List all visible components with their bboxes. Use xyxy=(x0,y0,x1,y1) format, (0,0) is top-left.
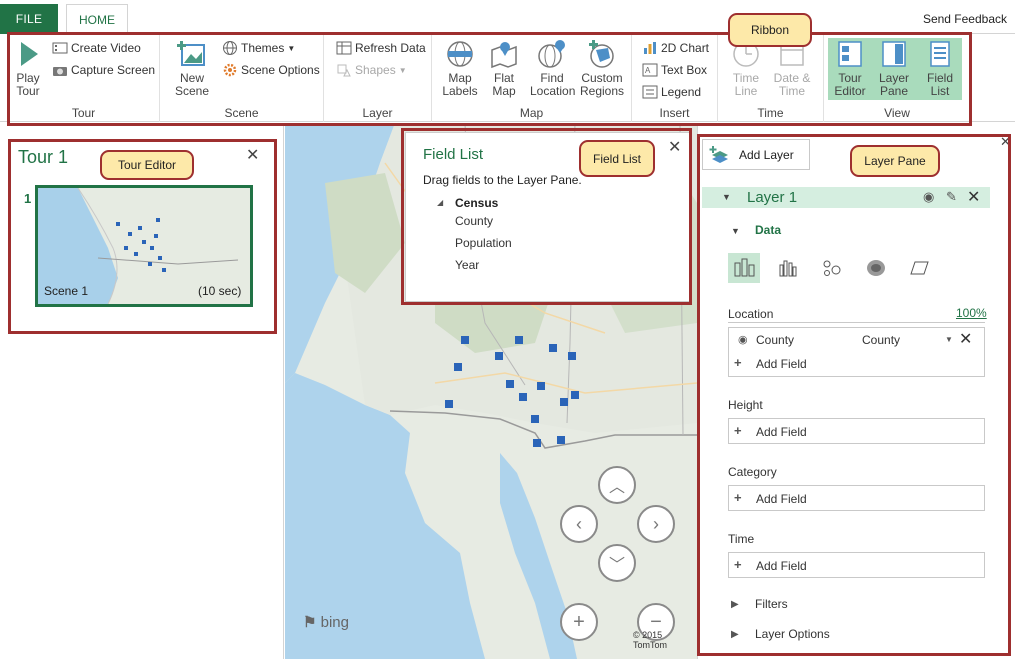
send-feedback-link[interactable]: Send Feedback xyxy=(923,12,1007,26)
map-copyright: © 2015 TomTom xyxy=(633,630,668,650)
pan-up-button[interactable]: ︿ xyxy=(598,466,636,504)
bing-label: bing xyxy=(320,614,349,631)
chevron-right-icon: › xyxy=(653,513,659,534)
chevron-up-icon: ︿ xyxy=(608,479,625,496)
pan-right-button[interactable]: › xyxy=(637,505,675,543)
ribbon-annotation-box xyxy=(7,32,972,126)
zoom-in-button[interactable]: + xyxy=(560,603,598,641)
tour-editor-callout: Tour Editor xyxy=(100,150,194,180)
tab-home[interactable]: HOME xyxy=(66,4,128,35)
tab-file[interactable]: FILE xyxy=(0,4,58,34)
field-list-callout: Field List xyxy=(579,140,655,177)
chevron-left-icon: ‹ xyxy=(576,513,582,534)
layer-pane-callout: Layer Pane xyxy=(850,145,940,177)
pan-left-button[interactable]: ‹ xyxy=(560,505,598,543)
bing-icon: ⚑ xyxy=(303,614,317,631)
layer-pane-annotation-box xyxy=(697,134,1011,656)
chevron-down-icon: ﹀ xyxy=(608,557,625,574)
plus-icon: + xyxy=(573,610,585,633)
ribbon-callout: Ribbon xyxy=(728,13,812,47)
pan-down-button[interactable]: ﹀ xyxy=(598,544,636,582)
tab-bar: FILE HOME Send Feedback xyxy=(0,0,1015,35)
bing-logo: ⚑ bing xyxy=(303,613,349,631)
